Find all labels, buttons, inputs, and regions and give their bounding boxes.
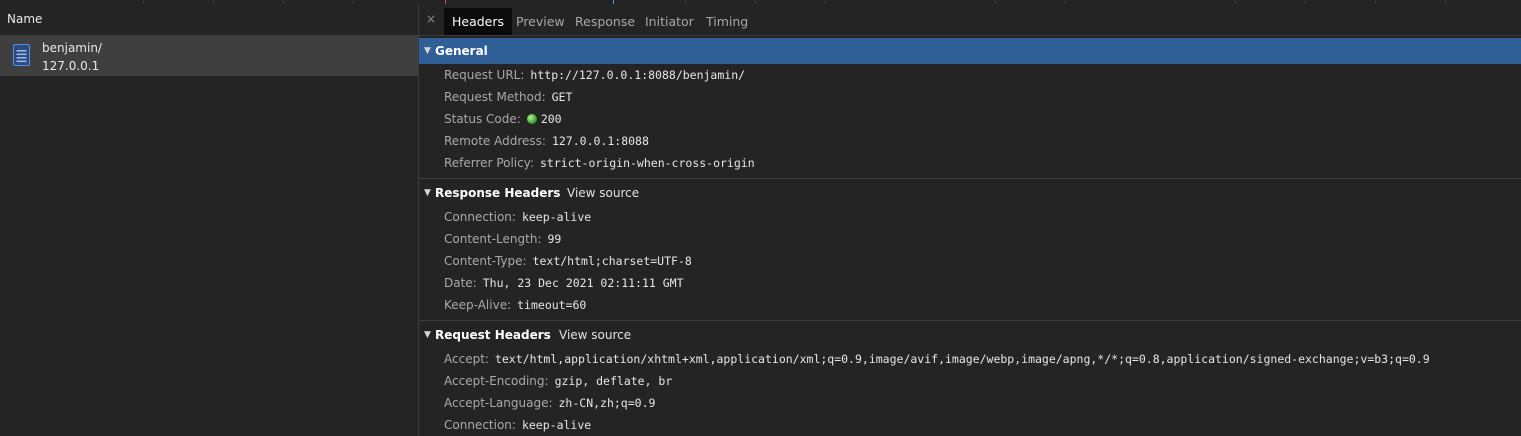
request-header-row: Accept-Encoding: gzip, deflate, br [444, 371, 672, 391]
general-row: Status Code: 200 [444, 109, 562, 129]
request-header-row: Connection: keep-alive [444, 415, 591, 435]
tab-preview[interactable]: Preview [508, 8, 573, 35]
response-header-row: Content-Length: 99 [444, 229, 561, 249]
section-divider [419, 178, 1521, 179]
close-icon[interactable]: × [426, 12, 436, 26]
header-value: keep-alive [521, 210, 592, 224]
header-key: Accept-Language: [444, 396, 553, 410]
response-header-row: Content-Type: text/html;charset=UTF-8 [444, 251, 692, 271]
section-divider [419, 320, 1521, 321]
header-value: GET [551, 90, 573, 104]
header-value: timeout=60 [517, 298, 587, 312]
expand-triangle-icon: ▼ [424, 46, 431, 56]
request-header-row: Accept: text/html,application/xhtml+xml,a… [444, 349, 1430, 369]
name-column-header[interactable]: Name [0, 4, 418, 36]
request-headers-section-header[interactable]: ▼ Request Headers View source [419, 322, 1521, 348]
header-value: zh-CN,zh;q=0.9 [558, 396, 656, 410]
header-key: Status Code: [444, 112, 521, 126]
tab-initiator[interactable]: Initiator [637, 8, 702, 35]
details-tab-bar: × Headers Preview Response Initiator Tim… [419, 4, 1521, 36]
header-key: Accept-Encoding: [444, 374, 549, 388]
general-section-header[interactable]: ▼ General [419, 38, 1521, 64]
view-source-link[interactable]: View source [559, 322, 631, 348]
request-details-panel: × Headers Preview Response Initiator Tim… [419, 4, 1521, 436]
header-key: Date: [444, 276, 477, 290]
header-key: Request URL: [444, 68, 525, 82]
general-section-title: General [435, 44, 488, 58]
header-value: text/html,application/xhtml+xml,applicat… [494, 352, 1430, 366]
header-value: keep-alive [521, 418, 592, 432]
header-value: 127.0.0.1:8088 [551, 134, 649, 148]
request-row[interactable]: benjamin/ 127.0.0.1 [0, 36, 418, 76]
header-value: gzip, deflate, br [554, 374, 673, 388]
header-value: http://127.0.0.1:8088/benjamin/ [530, 68, 746, 82]
header-key: Referrer Policy: [444, 156, 534, 170]
tab-timing[interactable]: Timing [698, 8, 756, 35]
general-row: Referrer Policy: strict-origin-when-cross… [444, 153, 755, 173]
header-key: Content-Length: [444, 232, 542, 246]
general-row: Request URL: http://127.0.0.1:8088/benjam… [444, 65, 745, 85]
status-ok-icon [526, 114, 537, 124]
response-header-row: Connection: keep-alive [444, 207, 591, 227]
request-headers-title: Request Headers [435, 328, 551, 342]
header-key: Accept: [444, 352, 489, 366]
header-key: Connection: [444, 210, 516, 224]
header-value: 200 [540, 112, 562, 126]
header-value: strict-origin-when-cross-origin [540, 156, 755, 170]
general-row: Request Method: GET [444, 87, 572, 107]
expand-triangle-icon: ▼ [424, 188, 431, 198]
tab-response[interactable]: Response [567, 8, 643, 35]
response-header-row: Keep-Alive: timeout=60 [444, 295, 586, 315]
request-list-panel: Name benjamin/ 127.0.0.1 [0, 4, 419, 436]
request-header-row: Accept-Language: zh-CN,zh;q=0.9 [444, 393, 655, 413]
header-key: Content-Type: [444, 254, 527, 268]
expand-triangle-icon: ▼ [424, 330, 431, 340]
header-key: Remote Address: [444, 134, 546, 148]
header-value: Thu, 23 Dec 2021 02:11:11 GMT [482, 276, 684, 290]
response-headers-section-header[interactable]: ▼ Response Headers View source [419, 180, 1521, 206]
document-icon [13, 44, 30, 66]
header-key: Request Method: [444, 90, 546, 104]
header-key: Keep-Alive: [444, 298, 512, 312]
general-row: Remote Address: 127.0.0.1:8088 [444, 131, 649, 151]
response-header-row: Date: Thu, 23 Dec 2021 02:11:11 GMT [444, 273, 684, 293]
header-value: 99 [547, 232, 562, 246]
request-host: 127.0.0.1 [42, 59, 100, 73]
header-key: Connection: [444, 418, 516, 432]
response-headers-title: Response Headers [435, 186, 561, 200]
header-value: text/html;charset=UTF-8 [532, 254, 692, 268]
tab-headers[interactable]: Headers [444, 8, 513, 35]
view-source-link[interactable]: View source [567, 180, 639, 206]
request-name: benjamin/ [42, 41, 102, 55]
